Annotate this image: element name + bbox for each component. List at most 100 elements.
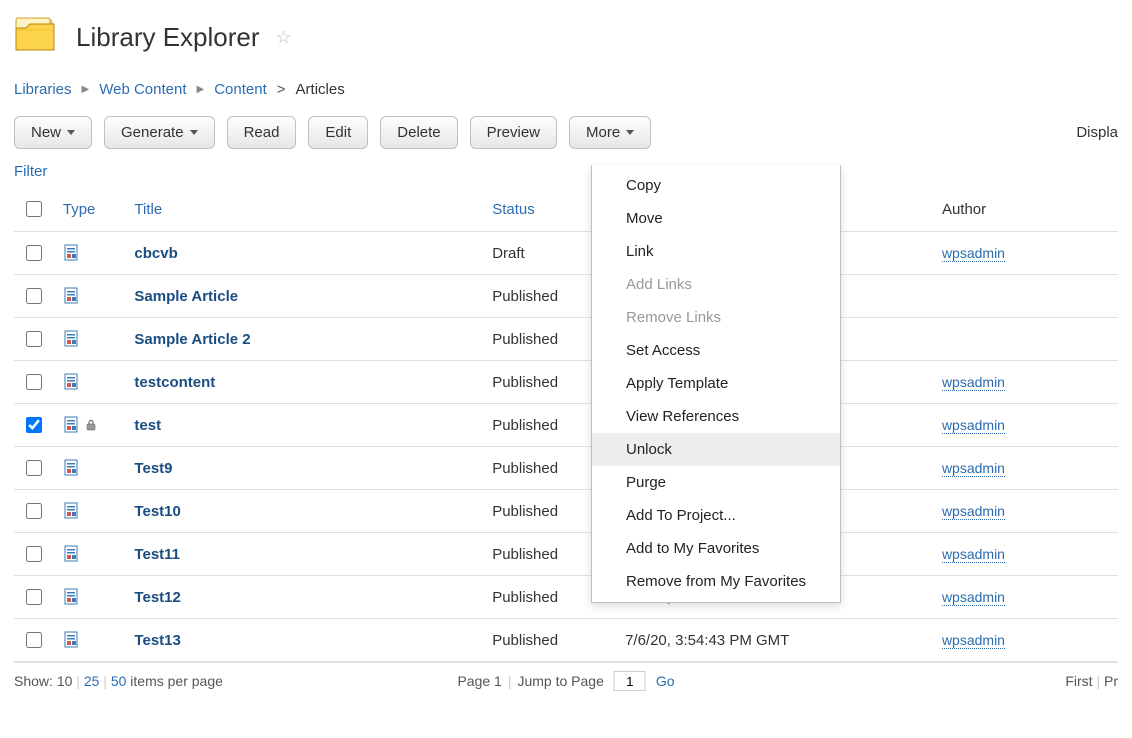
menu-item-copy[interactable]: Copy xyxy=(592,169,840,202)
page-number-input[interactable] xyxy=(614,671,646,691)
new-button[interactable]: New xyxy=(14,116,92,149)
row-status: Published xyxy=(492,632,558,649)
row-title-link[interactable]: Test12 xyxy=(134,589,180,606)
table-row: Test12Published7/6/20, 3:47:50 PM GMTwps… xyxy=(14,576,1118,619)
row-title-link[interactable]: Test13 xyxy=(134,632,180,649)
menu-item-remove-from-my-favorites[interactable]: Remove from My Favorites xyxy=(592,565,840,598)
row-status: Published xyxy=(492,503,558,520)
row-title-link[interactable]: Sample Article xyxy=(134,288,238,305)
preview-button[interactable]: Preview xyxy=(470,116,557,149)
per-page-50[interactable]: 50 xyxy=(111,673,127,689)
menu-item-set-access[interactable]: Set Access xyxy=(592,334,840,367)
row-author-link[interactable]: wpsadmin xyxy=(942,460,1005,477)
row-author-link[interactable]: wpsadmin xyxy=(942,417,1005,434)
breadcrumb-current: Articles xyxy=(296,81,345,98)
row-status: Published xyxy=(492,546,558,563)
caret-down-icon xyxy=(67,130,75,135)
delete-button[interactable]: Delete xyxy=(380,116,457,149)
row-author-link[interactable]: wpsadmin xyxy=(942,503,1005,520)
menu-item-add-links: Add Links xyxy=(592,268,840,301)
row-title-link[interactable]: testcontent xyxy=(134,374,215,391)
page-header: Library Explorer ☆ xyxy=(14,16,1118,59)
menu-item-purge[interactable]: Purge xyxy=(592,466,840,499)
row-title-link[interactable]: Test11 xyxy=(134,546,180,563)
menu-item-add-to-my-favorites[interactable]: Add to My Favorites xyxy=(592,532,840,565)
breadcrumb-web-content[interactable]: Web Content xyxy=(99,81,186,98)
lock-icon xyxy=(81,416,97,432)
read-button[interactable]: Read xyxy=(227,116,297,149)
menu-item-apply-template[interactable]: Apply Template xyxy=(592,367,840,400)
document-icon xyxy=(63,459,81,475)
content-table: Type Title Status Author cbcvbDraftwpsad… xyxy=(14,188,1118,662)
go-button[interactable]: Go xyxy=(656,673,675,689)
row-checkbox[interactable] xyxy=(26,632,42,648)
menu-item-unlock[interactable]: Unlock xyxy=(592,433,840,466)
column-type[interactable]: Type xyxy=(55,188,127,232)
per-page-10[interactable]: 10 xyxy=(57,673,73,689)
favorite-star-icon[interactable]: ☆ xyxy=(276,27,292,48)
menu-item-link[interactable]: Link xyxy=(592,235,840,268)
row-title-link[interactable]: Test10 xyxy=(134,503,180,520)
pagination-footer: Show: 10 | 25 | 50 items per page Page 1… xyxy=(14,662,1118,699)
row-title-link[interactable]: test xyxy=(134,417,161,434)
document-icon xyxy=(63,631,81,647)
row-author-link[interactable]: wpsadmin xyxy=(942,245,1005,262)
row-checkbox[interactable] xyxy=(26,503,42,519)
row-author-link[interactable]: wpsadmin xyxy=(942,546,1005,563)
per-page-25[interactable]: 25 xyxy=(84,673,100,689)
row-checkbox[interactable] xyxy=(26,288,42,304)
row-title-link[interactable]: Test9 xyxy=(134,460,172,477)
row-status: Published xyxy=(492,460,558,477)
row-status: Draft xyxy=(492,245,525,262)
row-title-link[interactable]: Sample Article 2 xyxy=(134,331,250,348)
menu-item-add-to-project[interactable]: Add To Project... xyxy=(592,499,840,532)
table-row: Test11 Published wpsadmin xyxy=(14,533,1118,576)
current-page-label: Page 1 xyxy=(457,673,501,689)
page-title: Library Explorer xyxy=(76,22,260,53)
row-checkbox[interactable] xyxy=(26,374,42,390)
row-checkbox[interactable] xyxy=(26,417,42,433)
document-icon xyxy=(63,588,81,604)
row-checkbox[interactable] xyxy=(26,460,42,476)
more-button[interactable]: More xyxy=(569,116,651,149)
first-page-link[interactable]: First xyxy=(1065,673,1092,689)
caret-down-icon xyxy=(626,130,634,135)
filter-link[interactable]: Filter xyxy=(14,163,47,180)
breadcrumb-libraries[interactable]: Libraries xyxy=(14,81,72,98)
table-row: Sample Article 2 Published xyxy=(14,318,1118,361)
prev-page-link-cut[interactable]: Pr xyxy=(1104,673,1118,689)
items-per-page-label: items per page xyxy=(130,673,223,689)
column-author[interactable]: Author xyxy=(934,188,1118,232)
row-status: Published xyxy=(492,331,558,348)
table-row: Sample Article Published xyxy=(14,275,1118,318)
jump-to-page-label: Jump to Page xyxy=(517,673,603,689)
breadcrumb: Libraries ▶ Web Content ▶ Content > Arti… xyxy=(14,81,1118,98)
row-status: Published xyxy=(492,374,558,391)
toolbar: New Generate Read Edit Delete Preview Mo… xyxy=(14,116,1118,149)
document-icon xyxy=(63,373,81,389)
menu-item-move[interactable]: Move xyxy=(592,202,840,235)
row-checkbox[interactable] xyxy=(26,589,42,605)
edit-button[interactable]: Edit xyxy=(308,116,368,149)
row-author-link[interactable]: wpsadmin xyxy=(942,589,1005,606)
select-all-checkbox[interactable] xyxy=(26,201,42,217)
chevron-right-icon: ▶ xyxy=(82,84,90,95)
column-title[interactable]: Title xyxy=(126,188,484,232)
row-checkbox[interactable] xyxy=(26,331,42,347)
row-status: Published xyxy=(492,589,558,606)
row-date: 7/6/20, 3:54:43 PM GMT xyxy=(625,632,789,649)
row-checkbox[interactable] xyxy=(26,245,42,261)
caret-down-icon xyxy=(190,130,198,135)
breadcrumb-content[interactable]: Content xyxy=(214,81,267,98)
row-status: Published xyxy=(492,288,558,305)
row-title-link[interactable]: cbcvb xyxy=(134,245,177,262)
generate-button[interactable]: Generate xyxy=(104,116,215,149)
menu-item-view-references[interactable]: View References xyxy=(592,400,840,433)
table-row: testPublishedwpsadmin xyxy=(14,404,1118,447)
row-author-link[interactable]: wpsadmin xyxy=(942,632,1005,649)
document-icon xyxy=(63,502,81,518)
row-checkbox[interactable] xyxy=(26,546,42,562)
document-icon xyxy=(63,416,81,432)
document-icon xyxy=(63,545,81,561)
row-author-link[interactable]: wpsadmin xyxy=(942,374,1005,391)
